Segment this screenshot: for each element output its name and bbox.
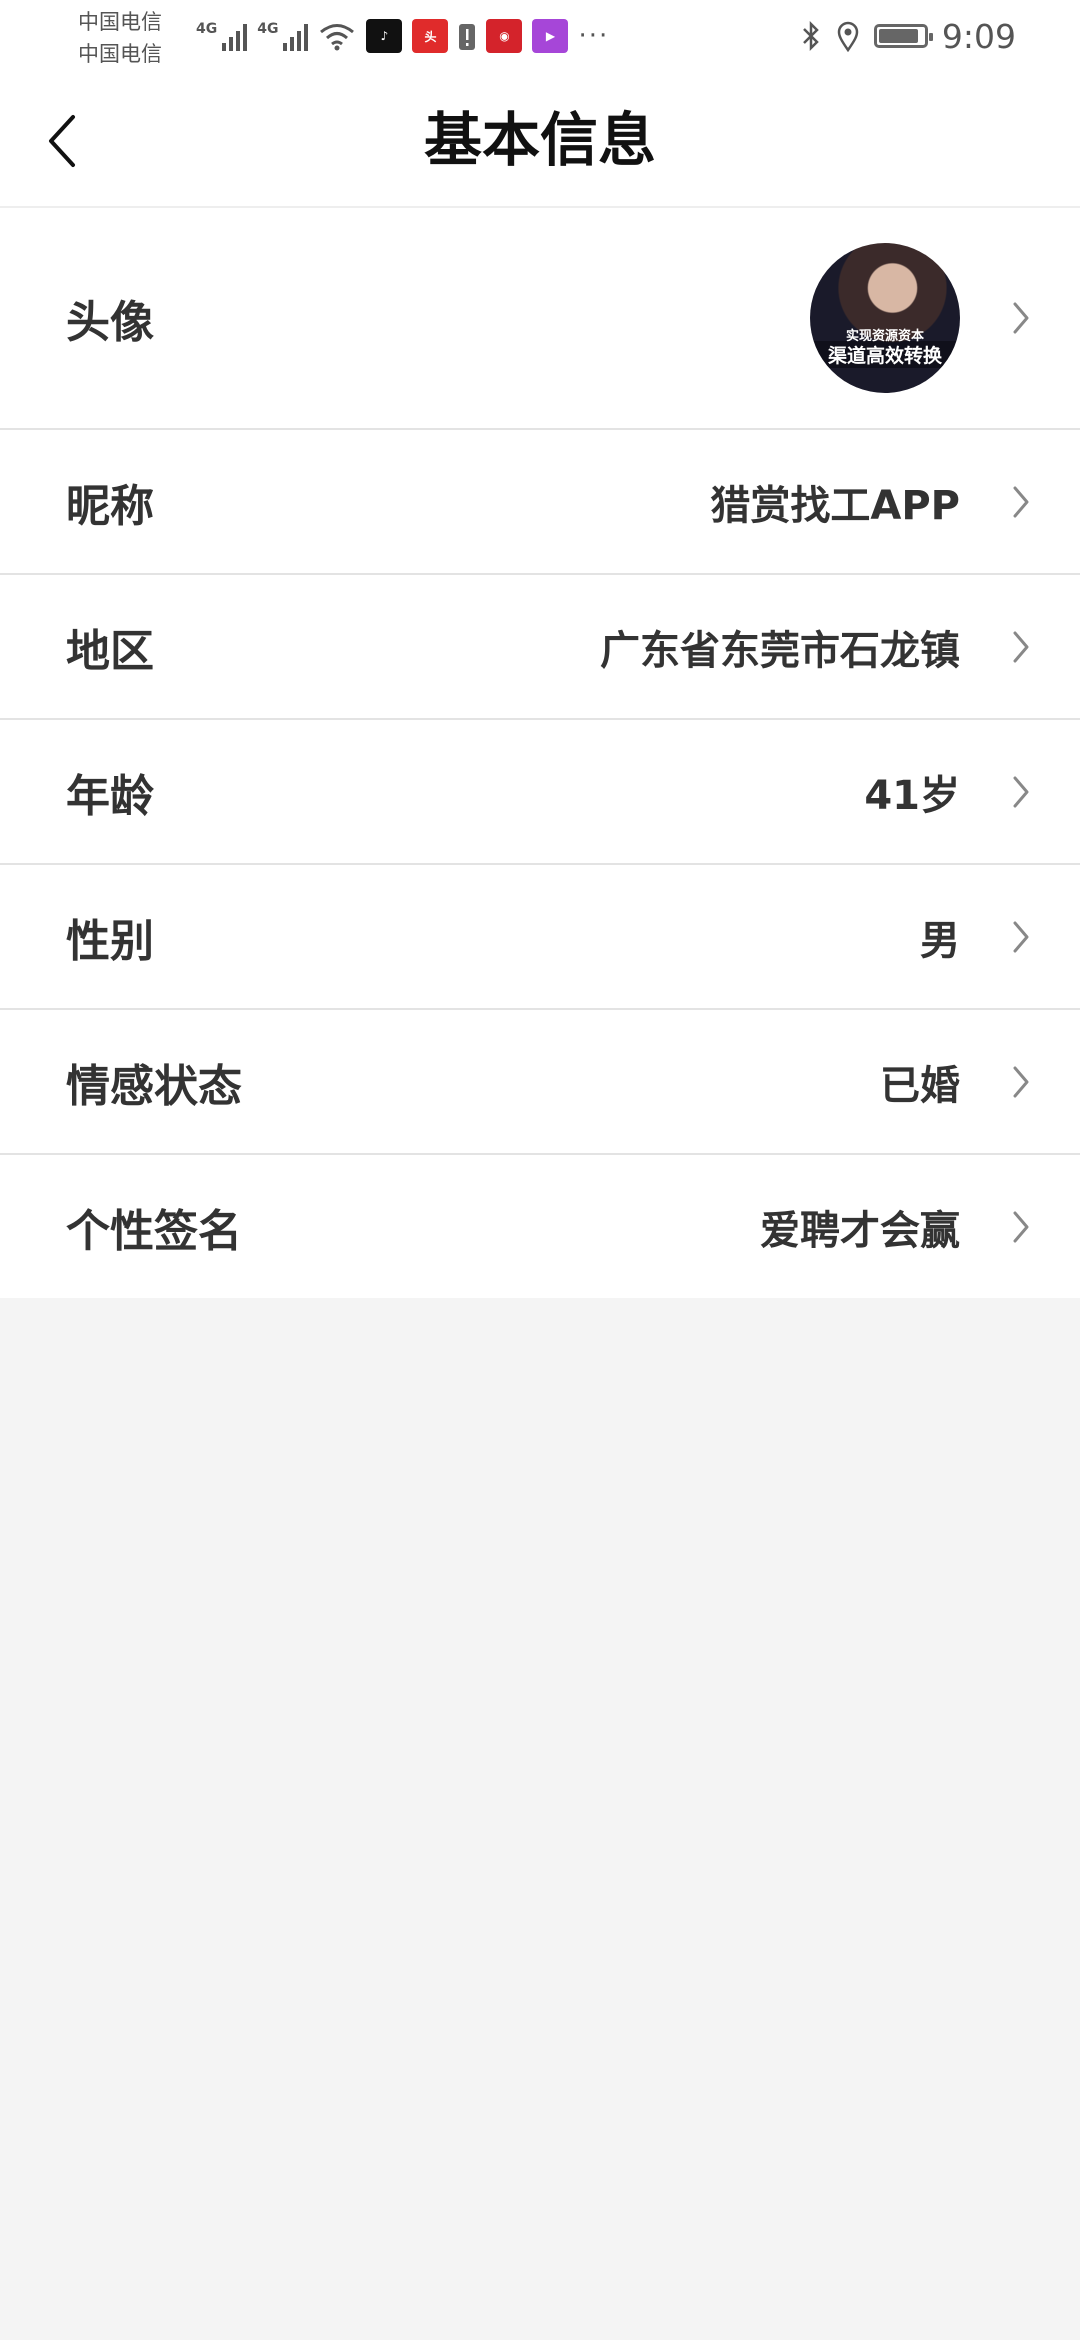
region-value: 广东省东莞市石龙镇 bbox=[600, 627, 960, 674]
carrier-1: 中国电信 bbox=[78, 10, 162, 34]
carrier-2: 中国电信 bbox=[78, 42, 162, 66]
status-time: 9:09 bbox=[941, 16, 1016, 56]
avatar-row[interactable]: 头像 实现资源资本 渠道高效转换 bbox=[0, 208, 1080, 430]
chevron-right-icon bbox=[1004, 482, 1038, 522]
gender-label: 性别 bbox=[66, 915, 154, 967]
avatar-label: 头像 bbox=[66, 297, 154, 348]
relationship-status-row[interactable]: 情感状态 已婚 bbox=[0, 1010, 1080, 1155]
chevron-right-icon bbox=[1004, 627, 1038, 667]
relationship-status-value: 已婚 bbox=[880, 1062, 960, 1109]
status-bar: 中国电信 中国电信 4G 4G ♪ 头 ◉ ▶ ··· 9:09 bbox=[0, 0, 1080, 78]
chevron-right-icon bbox=[1004, 917, 1038, 957]
toutiao-icon: 头 bbox=[412, 19, 449, 53]
bluetooth-icon bbox=[803, 20, 819, 52]
chevron-right-icon bbox=[1004, 298, 1038, 338]
page-title: 基本信息 bbox=[423, 106, 656, 174]
profile-info-list: 头像 实现资源资本 渠道高效转换 昵称 猎赏找工APP 地区 广东省东莞市石龙镇… bbox=[0, 208, 1080, 1298]
nickname-row[interactable]: 昵称 猎赏找工APP bbox=[0, 430, 1080, 575]
age-row[interactable]: 年龄 41岁 bbox=[0, 720, 1080, 865]
app-icon: ◉ bbox=[486, 19, 523, 53]
avatar-caption-large: 渠道高效转换 bbox=[810, 341, 960, 368]
relationship-status-label: 情感状态 bbox=[66, 1060, 242, 1112]
status-icons-left: 4G 4G ♪ 头 ◉ ▶ ··· bbox=[196, 14, 609, 58]
signal-icon-2: 4G bbox=[257, 21, 309, 51]
location-icon bbox=[837, 21, 859, 52]
age-value: 41岁 bbox=[864, 772, 960, 819]
tiktok-icon: ♪ bbox=[366, 19, 403, 53]
chevron-right-icon bbox=[1004, 1207, 1038, 1247]
chevron-right-icon bbox=[1004, 772, 1038, 812]
signature-row[interactable]: 个性签名 爱聘才会赢 bbox=[0, 1155, 1080, 1298]
region-row[interactable]: 地区 广东省东莞市石龙镇 bbox=[0, 575, 1080, 720]
battery-icon bbox=[873, 24, 933, 48]
chevron-right-icon bbox=[1004, 1062, 1038, 1102]
signature-label: 个性签名 bbox=[66, 1205, 242, 1257]
video-icon: ▶ bbox=[532, 19, 569, 53]
gender-value: 男 bbox=[920, 917, 960, 964]
wifi-icon bbox=[320, 24, 355, 51]
gender-row[interactable]: 性别 男 bbox=[0, 865, 1080, 1010]
status-icons-right: 9:09 bbox=[800, 14, 1016, 58]
alert-icon bbox=[459, 24, 476, 50]
nickname-value: 猎赏找工APP bbox=[710, 482, 960, 529]
nickname-label: 昵称 bbox=[66, 480, 154, 532]
signature-value: 爱聘才会赢 bbox=[760, 1207, 960, 1254]
nav-bar: 基本信息 bbox=[0, 78, 1080, 208]
more-icon: ··· bbox=[578, 21, 610, 51]
signal-icon-1: 4G bbox=[196, 21, 248, 51]
age-label: 年龄 bbox=[66, 770, 154, 822]
avatar: 实现资源资本 渠道高效转换 bbox=[810, 243, 960, 393]
carrier-info: 中国电信 中国电信 bbox=[78, 6, 178, 70]
region-label: 地区 bbox=[66, 625, 154, 677]
